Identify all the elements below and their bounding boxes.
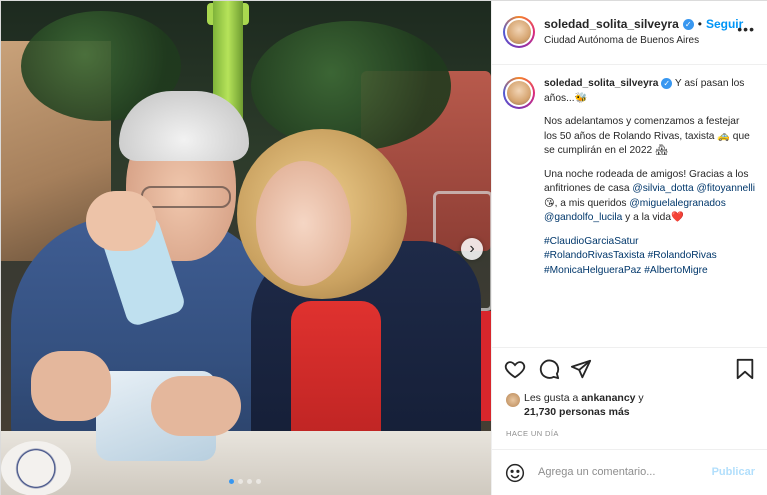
caption-line-1: soledad_solita_silveyra ✓ Y así pasan lo… (544, 77, 755, 106)
comment-bar: Agrega un comentario... Publicar (492, 449, 767, 495)
emoji-icon[interactable] (505, 463, 525, 483)
caption-text-3b: 😘, a mis queridos (544, 197, 630, 209)
hashtag-link[interactable]: #AlbertoMigre (644, 265, 707, 276)
verified-badge-icon: ✓ (661, 78, 673, 89)
carousel-dot (256, 479, 261, 484)
post-caption: soledad_solita_silveyra ✓ Y así pasan lo… (492, 65, 767, 347)
likes-prefix: Les gusta a (524, 392, 582, 404)
liker-username[interactable]: ankanancy (581, 392, 635, 404)
publish-button[interactable]: Publicar (712, 466, 755, 478)
table (1, 431, 491, 495)
profile-avatar[interactable] (503, 16, 535, 48)
liker-avatar (506, 393, 520, 407)
mention-link[interactable]: @fitoyannelli (697, 183, 755, 194)
caption-username[interactable]: soledad_solita_silveyra (544, 78, 658, 89)
likes-count[interactable]: 21,730 personas más (524, 406, 630, 418)
man-glasses (141, 186, 231, 208)
caption-text-2: Nos adelantamos y comenzamos a festejar … (544, 116, 750, 156)
woman-hand (86, 191, 156, 251)
carousel-dot (247, 479, 252, 484)
caption-line-3: Una noche rodeada de amigos! Gracias a l… (544, 168, 755, 226)
mention-link[interactable]: @gandolfo_lucila (544, 212, 622, 223)
hashtag-link[interactable]: #RolandoRivasTaxista (544, 250, 645, 261)
likes-connector: y (635, 392, 644, 404)
likes-summary: Les gusta a ankanancy y 21,730 personas … (506, 391, 756, 419)
comment-input[interactable]: Agrega un comentario... (538, 466, 655, 478)
man-hand-left (31, 351, 111, 421)
hashtag-link[interactable]: #RolandoRivas (648, 250, 717, 261)
woman-face (256, 161, 351, 286)
plate (1, 441, 71, 495)
post-header: soledad_solita_silveyra ✓ • Seguir Ciuda… (492, 1, 767, 65)
verified-badge-icon: ✓ (682, 18, 694, 30)
heart-icon[interactable] (504, 358, 526, 380)
caption-text-3c: y a la vida❤️ (622, 212, 684, 223)
caption-avatar[interactable] (503, 77, 535, 109)
post-actions (492, 347, 767, 391)
share-icon[interactable] (570, 358, 592, 380)
more-options-icon[interactable]: ••• (737, 21, 755, 37)
carousel-next-icon[interactable]: › (461, 238, 483, 260)
carousel-dot-active (229, 479, 234, 484)
comment-icon[interactable] (538, 358, 560, 380)
mention-link[interactable]: @silvia_dotta (632, 183, 693, 194)
bookmark-icon[interactable] (734, 358, 756, 380)
header-username[interactable]: soledad_solita_silveyra (544, 17, 679, 31)
carousel-dot (238, 479, 243, 484)
mention-link[interactable]: @miguelalegranados (629, 198, 725, 209)
hashtag-link[interactable]: #MonicaHelgueraPaz (544, 265, 641, 276)
caption-hashtags: #ClaudioGarciaSatur #RolandoRivasTaxista… (544, 235, 755, 279)
carousel-indicator (229, 479, 261, 484)
post-timestamp[interactable]: HACE UN DÍA (506, 429, 559, 438)
man-hand-right (151, 376, 241, 436)
header-user-row: soledad_solita_silveyra ✓ • Seguir (544, 17, 743, 31)
instagram-post-embed: › soledad_solita_silveyra ✓ • Seguir Ciu… (0, 0, 767, 495)
post-location[interactable]: Ciudad Autónoma de Buenos Aires (544, 35, 699, 46)
post-photo[interactable]: › (1, 1, 491, 495)
background-foliage (251, 21, 451, 151)
post-sidebar: soledad_solita_silveyra ✓ • Seguir Ciuda… (491, 1, 767, 495)
header-separator: • (697, 17, 702, 31)
hashtag-link[interactable]: #ClaudioGarciaSatur (544, 236, 639, 247)
